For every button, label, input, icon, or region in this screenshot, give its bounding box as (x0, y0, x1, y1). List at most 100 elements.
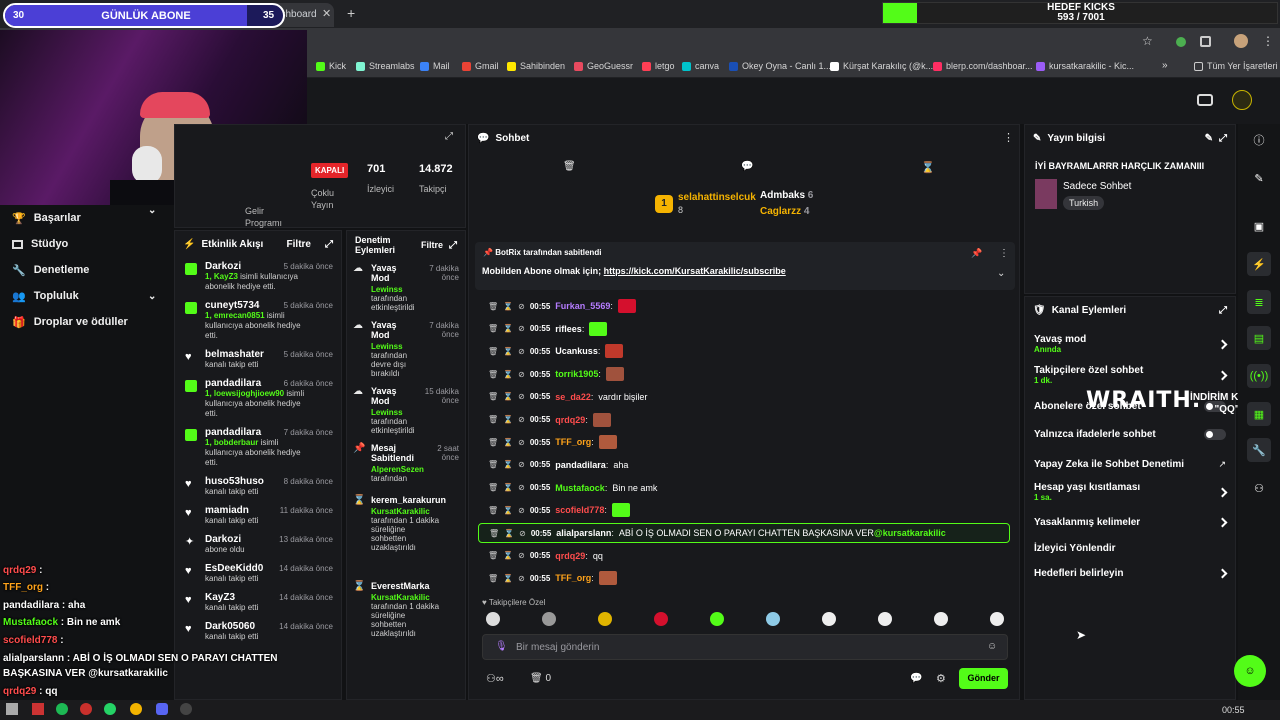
chat-message[interactable]: 🗑 ⌛ ⊘ 00:55 Furkan_5569: (488, 296, 636, 316)
emote-option[interactable] (710, 612, 724, 626)
delete-message-icon[interactable]: 🗑 (488, 506, 498, 515)
taskbar-app-icon[interactable] (32, 703, 44, 715)
chat-message[interactable]: 🗑 ⌛ ⊘ 00:55 TFF_org: (488, 568, 617, 588)
message-username[interactable]: qrdq29 (555, 551, 585, 561)
ban-icon[interactable]: ⊘ (518, 324, 525, 333)
bookmark-link[interactable]: Streamlabs (356, 61, 415, 71)
message-username[interactable]: Ucankuss (555, 346, 598, 356)
ban-icon[interactable]: ⊘ (518, 347, 525, 356)
delete-message-icon[interactable]: 🗑 (488, 574, 498, 583)
bookmark-link[interactable]: Kick (316, 61, 346, 71)
mic-icon[interactable]: 🎙 (495, 641, 508, 652)
bolt-icon[interactable]: ⚡ (1247, 252, 1271, 276)
delete-message-icon[interactable]: 🗑 (488, 302, 498, 311)
message-username[interactable]: Furkan_5569 (555, 301, 610, 311)
activity-item[interactable]: pandadilara 1, bobderbaur isimli kullanıc… (175, 423, 341, 472)
timeout-icon[interactable]: ⌛ (503, 460, 513, 469)
trash-icon[interactable]: 🗑 (563, 161, 576, 172)
timeout-icon[interactable]: ⌛ (503, 324, 513, 333)
emote-option[interactable] (878, 612, 892, 626)
activity-item[interactable]: Darkozi 1, KayZ3 isimli kullanıcıya abone… (175, 257, 341, 296)
timeout-icon[interactable]: ⌛ (503, 347, 513, 356)
message-username[interactable]: pandadilara (555, 460, 606, 470)
channel-action-item[interactable]: Yapay Zeka ile Sohbet Denetimi ↗ (1026, 454, 1234, 474)
mod-action-item[interactable]: ☁ Yavaş Mod Lewinss tarafından etkinleştir… (347, 382, 465, 439)
bookmark-link[interactable]: letgo (642, 61, 675, 71)
timeout-icon[interactable]: ⌛ (503, 302, 513, 311)
bookmark-link[interactable]: canva (682, 61, 719, 71)
activity-item[interactable]: cuneyt5734 1, emrecan0851 isimli kullanıc… (175, 296, 341, 345)
emoji-icon[interactable]: ☺ (987, 641, 997, 652)
emote-option[interactable] (654, 612, 668, 626)
message-username[interactable]: se_da22 (555, 392, 591, 402)
chat-icon[interactable]: 💬 (741, 161, 753, 172)
mod-action-item[interactable]: ☁ Yavaş Mod Lewinss tarafından devre dışı … (347, 316, 465, 382)
timeout-icon[interactable]: ⌛ (503, 392, 513, 401)
sidebar-item-community[interactable]: 👥 Topluluk ⌄ (0, 283, 172, 309)
chat-message[interactable]: 🗑 ⌛ ⊘ 00:55 riflees: (488, 319, 608, 339)
list-icon[interactable]: ≣ (1247, 290, 1271, 314)
bookmark-link[interactable]: Gmail (462, 61, 499, 71)
activity-item[interactable]: ♥ mamiadn kanalı takip etti 11 dakika önce (175, 501, 341, 530)
ban-icon[interactable]: ⊘ (518, 415, 525, 424)
taskbar-app-icon[interactable] (6, 703, 18, 715)
channel-action-item[interactable]: Hesap yaşı kısıtlaması 1 sa. (1026, 482, 1234, 502)
activity-item[interactable]: ♥ belmashater kanalı takip etti 5 dakika ön… (175, 345, 341, 374)
kicks-icon[interactable]: ⚇∞ (486, 672, 504, 685)
new-tab-icon[interactable]: + (347, 5, 355, 21)
message-username[interactable]: alialparslann (556, 528, 611, 538)
delete-message-icon[interactable]: 🗑 (488, 370, 498, 379)
pencil-icon[interactable]: ✎ (1247, 166, 1271, 190)
activity-filter-button[interactable]: Filtre (287, 239, 311, 250)
delete-message-icon[interactable]: 🗑 (488, 483, 498, 492)
channel-action-item[interactable]: Yasaklanmış kelimeler (1026, 512, 1234, 532)
discord-icon[interactable] (156, 703, 168, 715)
ban-icon[interactable]: ⊘ (518, 302, 525, 311)
delete-message-icon[interactable]: 🗑 (488, 415, 498, 424)
expand-icon[interactable]: ⤢ (445, 131, 453, 142)
chat-message[interactable]: 🗑 ⌛ ⊘ 00:55 TFF_org: (488, 432, 617, 452)
message-username[interactable]: TFF_org (555, 437, 591, 447)
mod-action-item[interactable]: 📌 Mesaj Sabitlendi AlperenSezen tarafından… (347, 439, 465, 491)
spotify-icon[interactable] (56, 703, 68, 715)
all-bookmarks-link[interactable]: Tüm Yer İşaretleri (1194, 61, 1278, 71)
layout-icon[interactable]: ▦ (1247, 402, 1271, 426)
popout-icon[interactable]: ⤢ (449, 240, 457, 251)
chat-message[interactable]: 🗑 ⌛ ⊘ 00:55 pandadilara: aha (488, 455, 628, 475)
users-icon[interactable]: ⚇ (1247, 476, 1271, 500)
hourglass-icon[interactable]: ⌛ (921, 161, 935, 174)
ban-icon[interactable]: ⊘ (518, 392, 525, 401)
chat-icon[interactable]: ▤ (1247, 326, 1271, 350)
activity-item[interactable]: ♥ Dark05060 kanalı takip etti 14 dakika önc… (175, 617, 341, 646)
ban-icon[interactable]: ⊘ (518, 483, 525, 492)
popout-icon[interactable]: ⤢ (325, 239, 333, 250)
delete-message-icon[interactable]: 🗑 (488, 392, 498, 401)
chat-message[interactable]: 🗑 ⌛ ⊘ 00:55 qrdq29: qq (488, 546, 603, 566)
subscribe-link[interactable]: https://kick.com/KursatKarakilic/subscri… (604, 266, 786, 276)
message-username[interactable]: qrdq29 (555, 415, 585, 425)
pinned-menu-icon[interactable]: ⋮ (999, 248, 1009, 259)
emote-option[interactable] (766, 612, 780, 626)
ban-icon[interactable]: ⊘ (519, 529, 526, 538)
delete-message-icon[interactable]: 🗑 (489, 529, 499, 538)
profile-avatar[interactable] (1234, 34, 1248, 48)
gear-icon[interactable]: ⚙ (936, 672, 946, 685)
mod-action-item[interactable]: ⌛ kerem_karakurun KursatKarakilic tarafınd… (347, 491, 465, 577)
send-button[interactable]: Gönder (959, 668, 1008, 689)
extensions-puzzle-icon[interactable] (1200, 36, 1211, 47)
bookmark-star-icon[interactable]: ☆ (1142, 34, 1153, 48)
creator-mode-icon[interactable] (1197, 94, 1213, 106)
timeout-icon[interactable]: ⌛ (503, 506, 513, 515)
timeout-icon[interactable]: ⌛ (504, 529, 514, 538)
chat-message[interactable]: 🗑 ⌛ ⊘ 00:55 se_da22: vardır bişiler (488, 387, 647, 407)
mod-filter-button[interactable]: Filtre (421, 240, 443, 250)
sidebar-item-studio[interactable]: Stüdyo ⌄ (0, 205, 172, 257)
ban-icon[interactable]: ⊘ (518, 506, 525, 515)
message-username[interactable]: Mustafaock (555, 483, 605, 493)
message-username[interactable]: scofield778 (555, 505, 604, 515)
emote-option[interactable] (542, 612, 556, 626)
emote-option[interactable] (486, 612, 500, 626)
channel-action-item[interactable]: Hedefleri belirleyin (1026, 563, 1234, 583)
user-avatar[interactable] (1232, 90, 1252, 110)
emote-option[interactable] (598, 612, 612, 626)
